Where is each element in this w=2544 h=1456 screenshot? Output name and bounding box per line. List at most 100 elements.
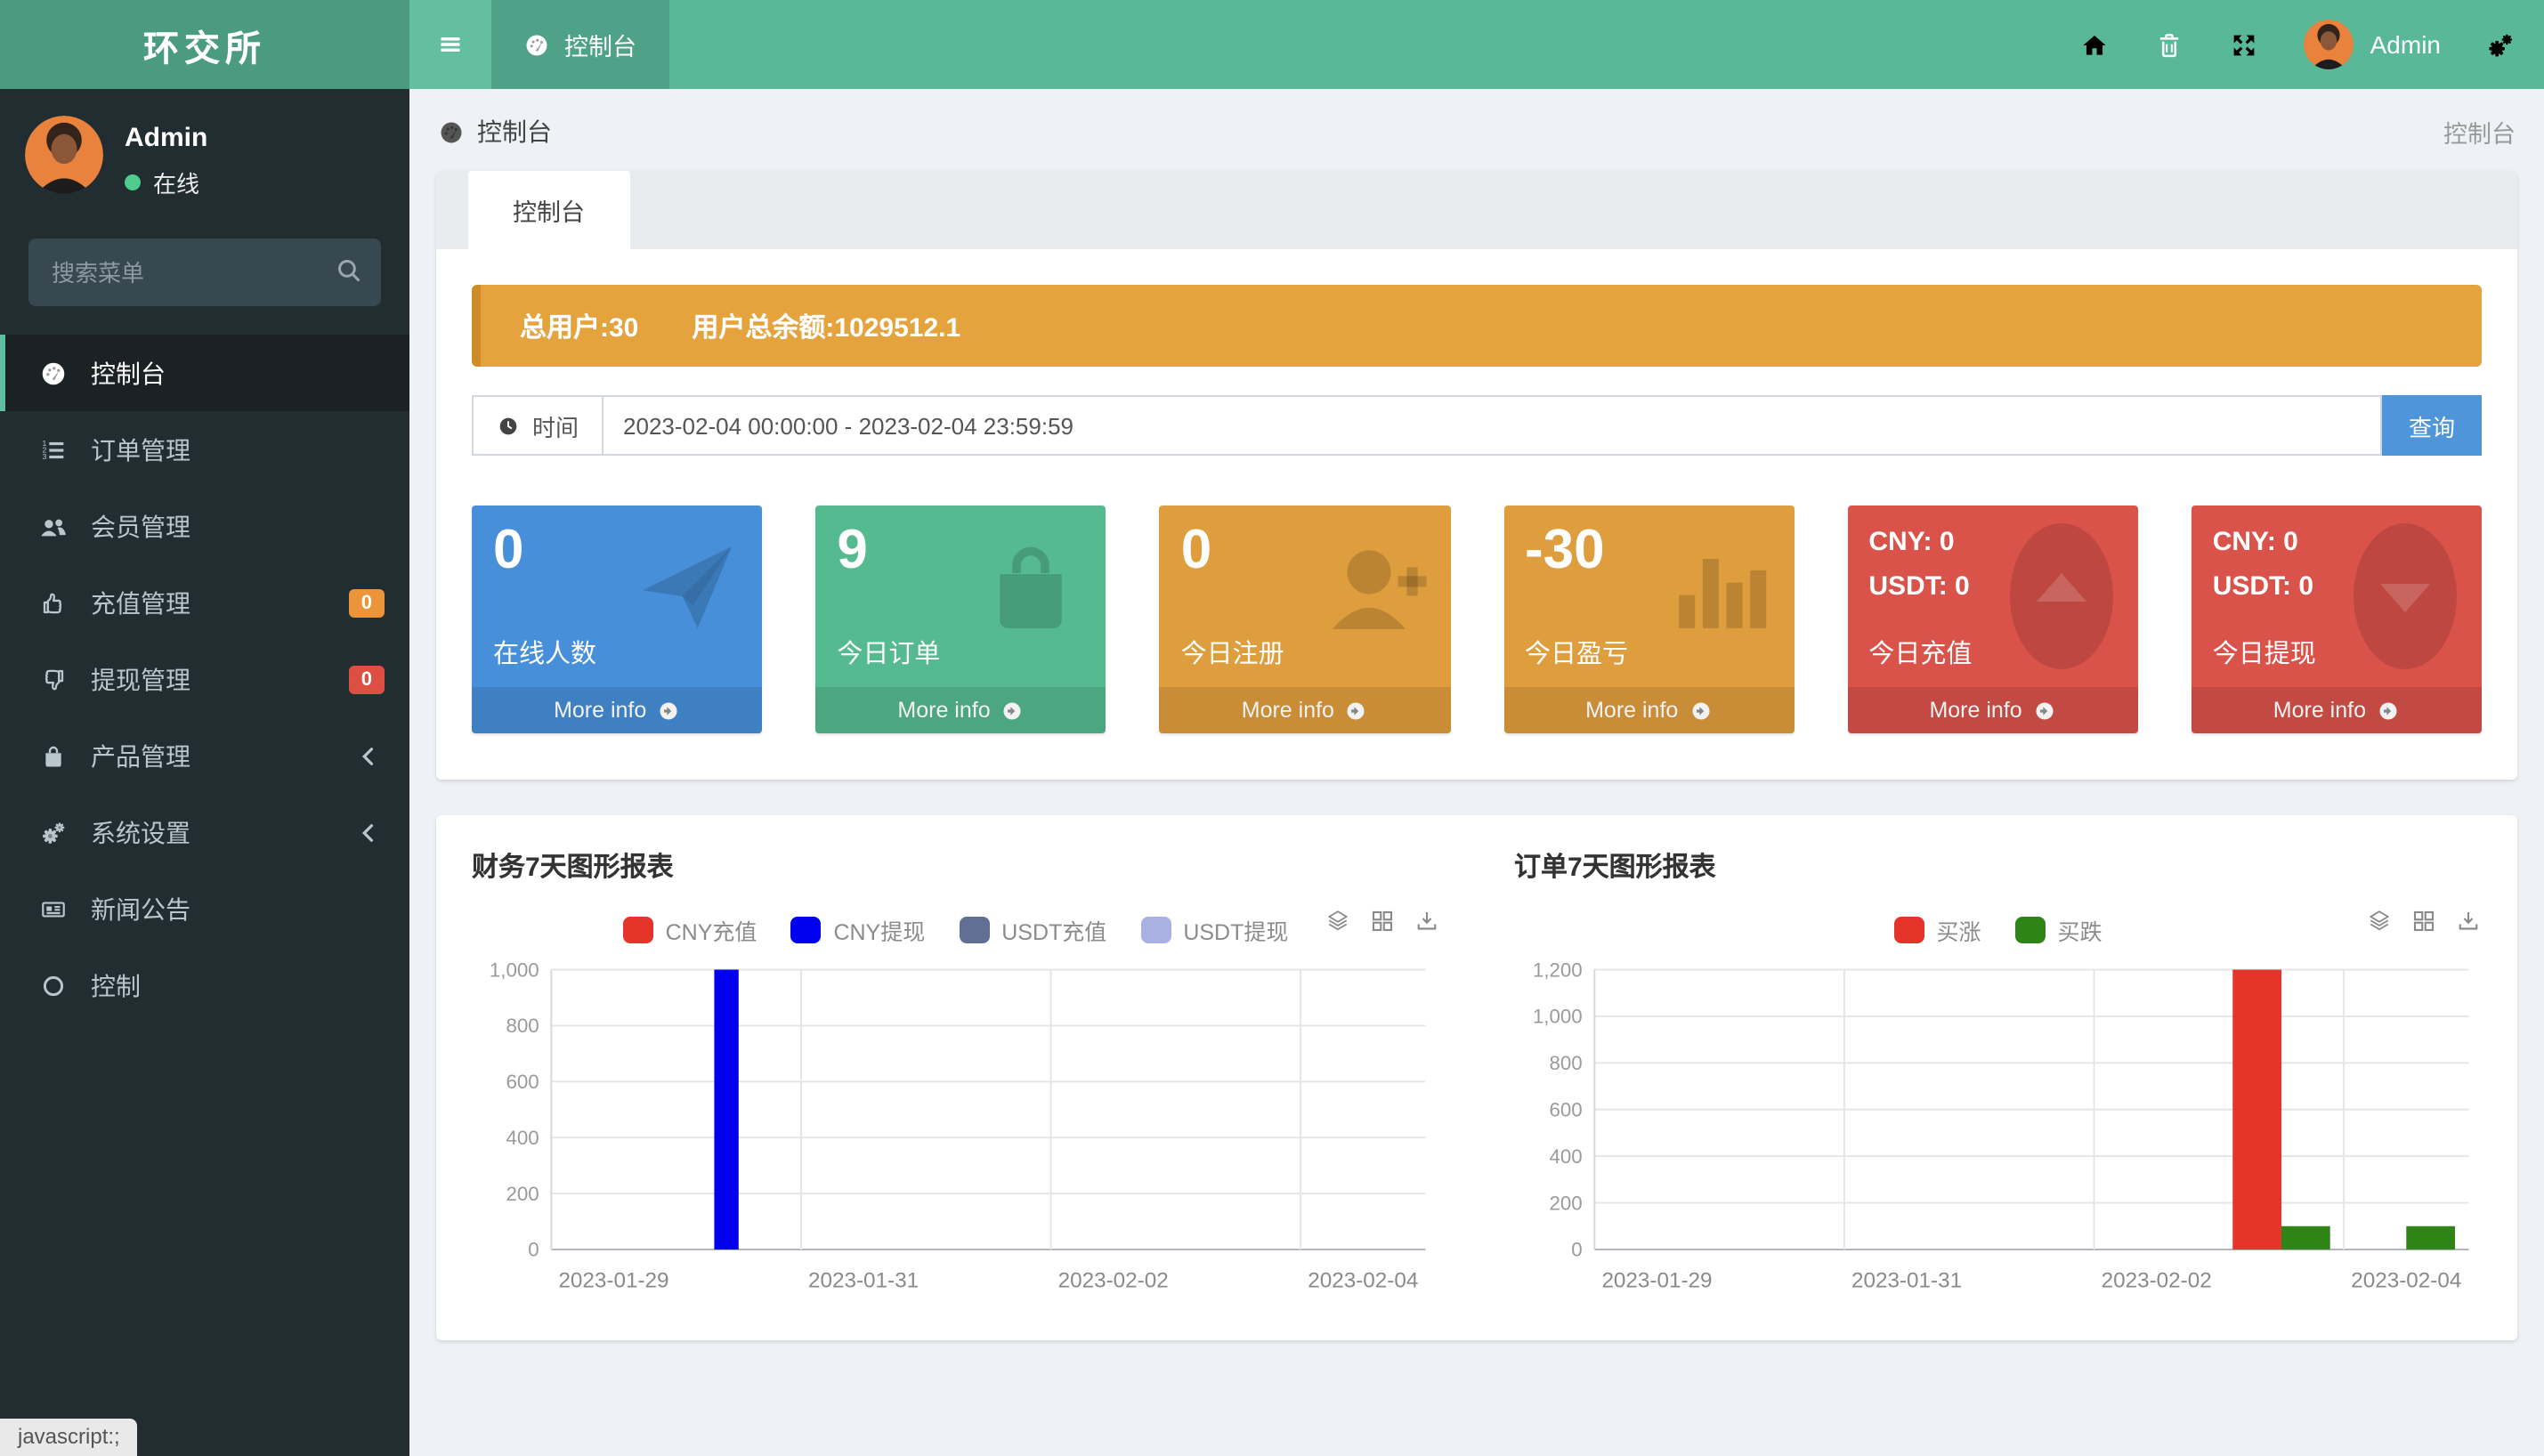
app-logo[interactable]: 环交所: [0, 0, 409, 89]
orders-chart: 订单7天图形报表 买涨买跌 02004006008001,0001,200202…: [1514, 847, 2482, 1301]
summary-banner: 总用户:30 用户总余额:1029512.1: [472, 285, 2482, 367]
sidebar-item-system-settings[interactable]: 系统设置: [0, 794, 409, 870]
avatar: [25, 116, 103, 194]
svg-text:1,000: 1,000: [490, 959, 539, 981]
stat-card-online-users: 0 在线人数 More info: [472, 506, 762, 733]
sidebar-item-label: 新闻公告: [91, 891, 190, 926]
sidebar-menu: 控制台 订单管理 会员管理 充值管理 0 提现管理 0 产: [0, 335, 409, 1023]
hamburger-icon: [436, 30, 465, 59]
chart-toolbar: [2366, 908, 2482, 934]
svg-text:0: 0: [528, 1239, 539, 1261]
sidebar-item-news[interactable]: 新闻公告: [0, 870, 409, 947]
svg-text:2023-02-02: 2023-02-02: [2101, 1269, 2211, 1293]
fullscreen-icon[interactable]: [2230, 29, 2260, 60]
ordered-list-icon: [37, 435, 69, 464]
legend-label: CNY提现: [833, 912, 925, 946]
circle-arrow-up-icon: [2006, 520, 2117, 673]
user-name: Admin: [2370, 30, 2441, 59]
chart-type-layers-icon[interactable]: [2366, 908, 2393, 934]
chart-grid-view-icon[interactable]: [2410, 908, 2437, 934]
trash-icon[interactable]: [2155, 29, 2185, 60]
sidebar-item-withdrawals[interactable]: 提现管理 0: [0, 641, 409, 717]
tab-console[interactable]: 控制台: [468, 171, 629, 249]
legend-item[interactable]: USDT充值: [959, 912, 1106, 946]
sidebar-item-label: 控制: [91, 967, 141, 1003]
user-menu[interactable]: Admin: [2305, 20, 2441, 69]
search-button[interactable]: [333, 255, 365, 287]
legend-item[interactable]: CNY提现: [790, 912, 925, 946]
clock-icon: [497, 414, 520, 437]
finance-chart: 财务7天图形报表 CNY充值CNY提现USDT充值USDT提现 02004006…: [472, 847, 1439, 1301]
legend-swatch: [1140, 916, 1171, 942]
chart-legend: 买涨买跌: [1893, 912, 2102, 946]
home-icon[interactable]: [2080, 29, 2111, 60]
stat-cards: 0 在线人数 More info 9 今日订单: [472, 506, 2482, 733]
stat-card-today-registrations: 0 今日注册 More info: [1160, 506, 1450, 733]
svg-text:1,000: 1,000: [1532, 1006, 1582, 1028]
legend-label: USDT提现: [1183, 912, 1288, 946]
more-info-link[interactable]: More info: [1160, 687, 1450, 733]
legend-item[interactable]: 买跌: [2015, 912, 2102, 946]
sidebar-item-members[interactable]: 会员管理: [0, 488, 409, 564]
orders-chart-svg: 02004006008001,0001,2002023-01-292023-01…: [1514, 956, 2482, 1301]
withdrawal-badge: 0: [349, 665, 385, 693]
sidebar-item-label: 会员管理: [91, 508, 190, 544]
topbar-tab-console[interactable]: 控制台: [491, 0, 668, 89]
legend-swatch: [623, 916, 653, 942]
time-range-input[interactable]: [602, 395, 2382, 456]
total-balance: 用户总余额:1029512.1: [692, 307, 960, 344]
more-info-link[interactable]: More info: [472, 687, 762, 733]
stat-card-today-profit-loss: -30 今日盈亏 More info: [1503, 506, 1794, 733]
sidebar-search: [28, 239, 381, 306]
app-window: 环交所 控制台 Admin Admin: [0, 0, 2544, 1456]
topbar-actions: Admin: [2080, 0, 2544, 89]
settings-gears-icon[interactable]: [2485, 29, 2516, 60]
more-info-link[interactable]: More info: [815, 687, 1106, 733]
breadcrumb: 控制台 控制台: [409, 89, 2544, 171]
sidebar-user-status: 在线: [125, 166, 207, 199]
more-info-link[interactable]: More info: [1503, 687, 1794, 733]
chart-download-icon[interactable]: [1413, 908, 1439, 934]
gauge-icon: [37, 359, 69, 387]
topbar-spacer: [668, 0, 2080, 89]
time-filter: 时间 查询: [472, 395, 2482, 456]
svg-text:400: 400: [1548, 1145, 1581, 1168]
svg-text:800: 800: [1548, 1052, 1581, 1074]
query-button[interactable]: 查询: [2382, 395, 2482, 456]
tab-bar: 控制台: [436, 171, 2517, 249]
search-input[interactable]: [28, 239, 381, 306]
chart-grid-view-icon[interactable]: [1368, 908, 1395, 934]
more-info-link[interactable]: More info: [1847, 687, 2137, 733]
legend-item[interactable]: USDT提现: [1140, 912, 1288, 946]
arrow-circle-right-icon: [1345, 699, 1368, 722]
sidebar-item-orders[interactable]: 订单管理: [0, 411, 409, 488]
chart-type-layers-icon[interactable]: [1324, 908, 1350, 934]
status-bar: javascript:;: [0, 1419, 138, 1456]
svg-text:1,200: 1,200: [1532, 959, 1582, 981]
more-info-link[interactable]: More info: [2192, 687, 2482, 733]
chart-download-icon[interactable]: [2455, 908, 2482, 934]
sidebar-item-label: 产品管理: [91, 738, 190, 773]
sidebar-item-console[interactable]: 控制台: [0, 335, 409, 411]
sidebar-user-panel: Admin 在线: [0, 89, 409, 221]
gauge-icon: [523, 31, 550, 58]
console-box: 控制台 总用户:30 用户总余额:1029512.1 时间 查询: [436, 171, 2517, 780]
sidebar-toggle-button[interactable]: [409, 0, 491, 89]
svg-text:2023-01-29: 2023-01-29: [1600, 1269, 1711, 1293]
sidebar-item-products[interactable]: 产品管理: [0, 717, 409, 794]
paper-plane-icon: [630, 530, 744, 644]
legend-item[interactable]: 买涨: [1893, 912, 1981, 946]
svg-text:800: 800: [506, 1015, 539, 1037]
arrow-circle-right-icon: [1001, 699, 1025, 722]
bar-chart-icon: [1662, 530, 1776, 644]
sidebar-item-deposits[interactable]: 充值管理 0: [0, 564, 409, 641]
time-filter-addon: 时间: [472, 395, 602, 456]
legend-item[interactable]: CNY充值: [623, 912, 758, 946]
sidebar-item-control[interactable]: 控制: [0, 947, 409, 1023]
arrow-circle-right-icon: [657, 699, 680, 722]
online-status-dot: [125, 174, 141, 190]
svg-text:600: 600: [1548, 1099, 1581, 1121]
chart-title: 财务7天图形报表: [472, 847, 1439, 885]
sidebar-user-name: Admin: [125, 123, 207, 153]
svg-text:2023-01-29: 2023-01-29: [558, 1269, 668, 1293]
